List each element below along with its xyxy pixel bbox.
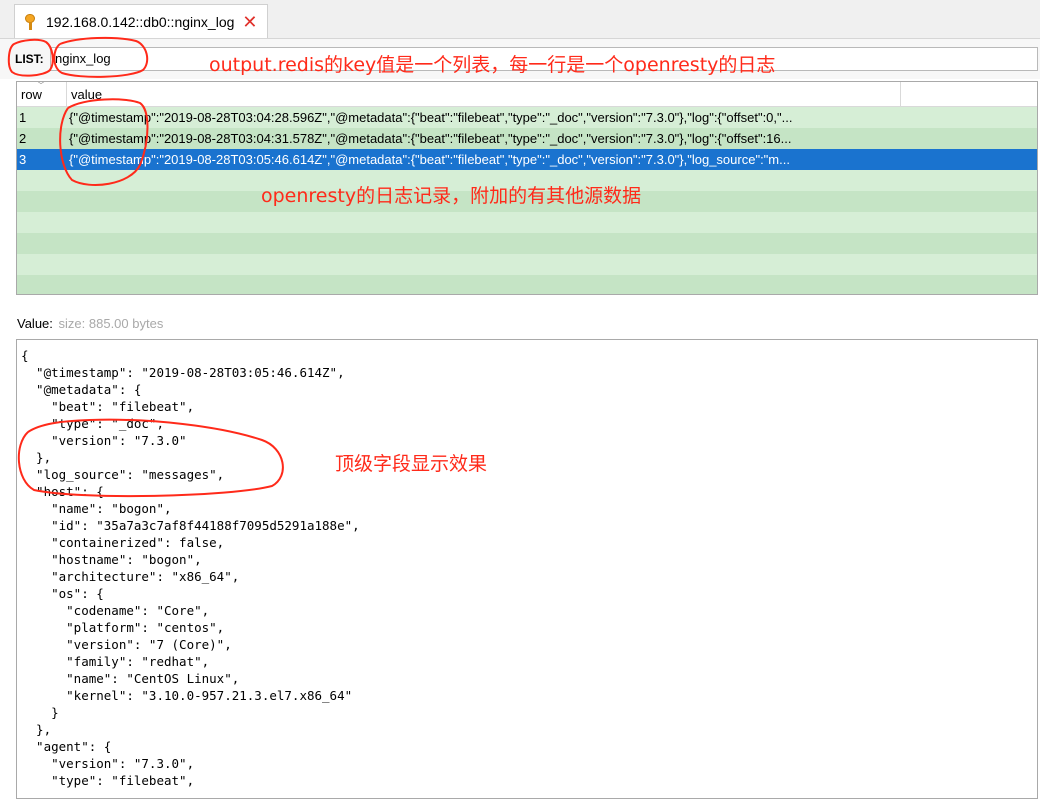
value-size: size: 885.00 bytes [58, 316, 164, 331]
value-label-row: Value: size: 885.00 bytes [17, 316, 163, 331]
empty-row [17, 212, 1037, 233]
table-row-selected[interactable]: 3 {"@timestamp":"2019-08-28T03:05:46.614… [17, 149, 1037, 170]
list-type-label: LIST: [15, 52, 44, 66]
json-value-text[interactable]: { "@timestamp": "2019-08-28T03:05:46.614… [17, 340, 1037, 789]
table-row[interactable]: 2 {"@timestamp":"2019-08-28T03:04:31.578… [17, 128, 1037, 149]
column-divider[interactable] [66, 82, 67, 106]
key-icon [23, 13, 37, 30]
value-label: Value: [17, 316, 53, 331]
column-header-value[interactable]: value [71, 87, 102, 102]
empty-row [17, 275, 1037, 294]
value-viewer[interactable]: { "@timestamp": "2019-08-28T03:05:46.614… [16, 339, 1038, 799]
table-header: ﹀ row value [17, 82, 1037, 107]
empty-row [17, 254, 1037, 275]
row-value: {"@timestamp":"2019-08-28T03:04:31.578Z"… [69, 131, 792, 146]
row-number: 2 [19, 131, 27, 146]
column-divider[interactable] [900, 82, 901, 106]
tab-bar: 192.168.0.142::db0::nginx_log ✕ [0, 0, 1040, 39]
row-value: {"@timestamp":"2019-08-28T03:05:46.614Z"… [69, 152, 790, 167]
close-icon[interactable]: ✕ [242, 13, 257, 31]
row-number: 3 [19, 152, 27, 167]
empty-row [17, 233, 1037, 254]
annotation-log-note: openresty的日志记录，附加的有其他源数据 [261, 185, 642, 207]
row-number: 1 [19, 110, 27, 125]
tab-nginx-log[interactable]: 192.168.0.142::db0::nginx_log ✕ [14, 4, 268, 38]
table-row[interactable]: 1 {"@timestamp":"2019-08-28T03:04:28.596… [17, 107, 1037, 128]
tab-title: 192.168.0.142::db0::nginx_log [46, 13, 235, 30]
row-value: {"@timestamp":"2019-08-28T03:04:28.596Z"… [69, 110, 793, 125]
annotation-top-level-note: 顶级字段显示效果 [335, 453, 488, 475]
annotation-key-note: output.redis的key值是一个列表，每一行是一个openresty的日… [209, 54, 776, 76]
column-header-row[interactable]: row [21, 87, 42, 102]
